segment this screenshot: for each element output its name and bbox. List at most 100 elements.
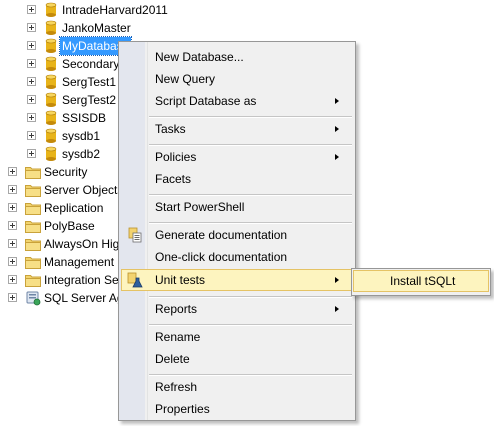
menu-item-rename[interactable]: Rename <box>121 326 353 348</box>
menu-item-delete[interactable]: Delete <box>121 348 353 370</box>
submenu-arrow-icon <box>335 277 339 283</box>
database-icon <box>45 92 57 107</box>
tree-node-label: Integration Services Catalogs <box>44 273 118 287</box>
menu-item-unit-tests[interactable]: Unit tests <box>121 269 353 291</box>
tree-node-database[interactable]: SergTest1 <box>0 73 118 91</box>
tree-node-label: Management <box>44 255 115 269</box>
tree-node-label: PolyBase <box>44 219 95 233</box>
tree-node-folder[interactable]: Management <box>0 253 118 271</box>
tree-node-folder[interactable]: PolyBase <box>0 217 118 235</box>
expand-icon[interactable] <box>8 203 17 212</box>
menu-item-install-tsqlt[interactable]: Install tSQLt <box>353 270 489 292</box>
menu-item-label: Rename <box>155 330 201 344</box>
expand-icon[interactable] <box>27 23 36 32</box>
tree-node-label: Secondary <box>62 57 118 71</box>
tree-node-label: SQL Server Agent <box>44 291 118 305</box>
menu-item-label: Properties <box>155 402 210 416</box>
tree-node-folder[interactable]: Server Objects <box>0 181 118 199</box>
menu-item-one-click-documentation[interactable]: One-click documentation <box>121 246 353 268</box>
expand-icon[interactable] <box>8 275 17 284</box>
expand-icon[interactable] <box>8 293 17 302</box>
submenu-arrow-icon <box>335 98 339 104</box>
menu-item-new-query[interactable]: New Query <box>121 68 353 90</box>
tree-node-database[interactable]: sysdb1 <box>0 127 118 145</box>
folder-icon <box>25 167 41 179</box>
menu-item-label: Refresh <box>155 380 198 394</box>
menu-item-tasks[interactable]: Tasks <box>121 118 353 140</box>
expand-icon[interactable] <box>8 167 17 176</box>
menu-item-policies[interactable]: Policies <box>121 146 353 168</box>
tree-node-label: SergTest2 <box>62 93 117 107</box>
tree-node-folder[interactable]: Integration Services Catalogs <box>0 271 118 289</box>
tree-node-label: JankoMaster <box>62 21 131 35</box>
menu-item-label: Generate documentation <box>155 228 288 242</box>
tree-node-database[interactable]: sysdb2 <box>0 145 118 163</box>
menu-item-properties[interactable]: Properties <box>121 398 353 420</box>
tree-node-folder[interactable]: AlwaysOn High Availability <box>0 235 118 253</box>
tree-node-database[interactable]: JankoMaster <box>0 19 200 37</box>
unit-tests-submenu: Install tSQLt <box>351 268 491 296</box>
tree-node-database[interactable]: SSISDB <box>0 109 118 127</box>
menu-item-refresh[interactable]: Refresh <box>121 376 353 398</box>
menu-item-label: One-click documentation <box>155 250 288 264</box>
tree-node-folder[interactable]: Replication <box>0 199 118 217</box>
tree-node-folder[interactable]: Security <box>0 163 118 181</box>
expand-icon[interactable] <box>27 59 36 68</box>
menu-item-reports[interactable]: Reports <box>121 298 353 320</box>
menu-item-generate-documentation[interactable]: Generate documentation <box>121 224 353 246</box>
expand-icon[interactable] <box>27 77 36 86</box>
tree-node-label: Replication <box>44 201 104 215</box>
context-menu: New Database... New Query Script Databas… <box>118 41 356 421</box>
menu-separator <box>149 194 352 196</box>
menu-item-label: Unit tests <box>155 273 206 287</box>
folder-icon <box>25 185 41 197</box>
database-icon <box>45 128 57 143</box>
database-icon <box>45 20 57 35</box>
database-icon <box>45 74 57 89</box>
submenu-arrow-icon <box>335 126 339 132</box>
database-icon <box>45 2 57 17</box>
expand-icon[interactable] <box>27 131 36 140</box>
tree-node-label: Security <box>44 165 88 179</box>
menu-item-label: New Query <box>155 72 216 86</box>
folder-icon <box>25 257 41 269</box>
expand-icon[interactable] <box>27 41 36 50</box>
folder-icon <box>25 275 41 287</box>
menu-separator <box>149 374 352 376</box>
menu-item-label: Delete <box>155 352 190 366</box>
expand-icon[interactable] <box>8 221 17 230</box>
tree-node-database[interactable]: SergTest2 <box>0 91 118 109</box>
menu-item-start-powershell[interactable]: Start PowerShell <box>121 196 353 218</box>
documentation-icon <box>128 227 142 243</box>
expand-icon[interactable] <box>8 185 17 194</box>
menu-item-label: Script Database as <box>155 94 257 108</box>
menu-item-label: Facets <box>155 172 192 186</box>
tree-node-database[interactable]: IntradeHarvard2011 <box>0 1 200 19</box>
tree-node-database[interactable]: Secondary <box>0 55 118 73</box>
expand-icon[interactable] <box>8 239 17 248</box>
expand-icon[interactable] <box>27 113 36 122</box>
folder-icon <box>25 239 41 251</box>
tree-node-label: SSISDB <box>62 111 107 125</box>
database-icon <box>45 56 57 71</box>
expand-icon[interactable] <box>27 5 36 14</box>
menu-item-script-database-as[interactable]: Script Database as <box>121 90 353 112</box>
expand-icon[interactable] <box>27 95 36 104</box>
menu-separator <box>149 296 352 298</box>
expand-icon[interactable] <box>27 149 36 158</box>
menu-separator <box>149 222 352 224</box>
menu-item-facets[interactable]: Facets <box>121 168 353 190</box>
menu-item-label: Start PowerShell <box>155 200 245 214</box>
tree-node-agent[interactable]: SQL Server Agent <box>0 289 118 307</box>
menu-separator <box>149 324 352 326</box>
database-icon <box>45 110 57 125</box>
database-icon <box>45 38 57 53</box>
submenu-arrow-icon <box>335 154 339 160</box>
tree-node-label: SergTest1 <box>62 75 117 89</box>
database-icon <box>45 146 57 161</box>
unit-tests-icon <box>127 272 143 288</box>
menu-separator <box>149 116 352 118</box>
expand-icon[interactable] <box>8 257 17 266</box>
menu-item-label: Policies <box>155 150 197 164</box>
menu-item-new-database[interactable]: New Database... <box>121 46 353 68</box>
